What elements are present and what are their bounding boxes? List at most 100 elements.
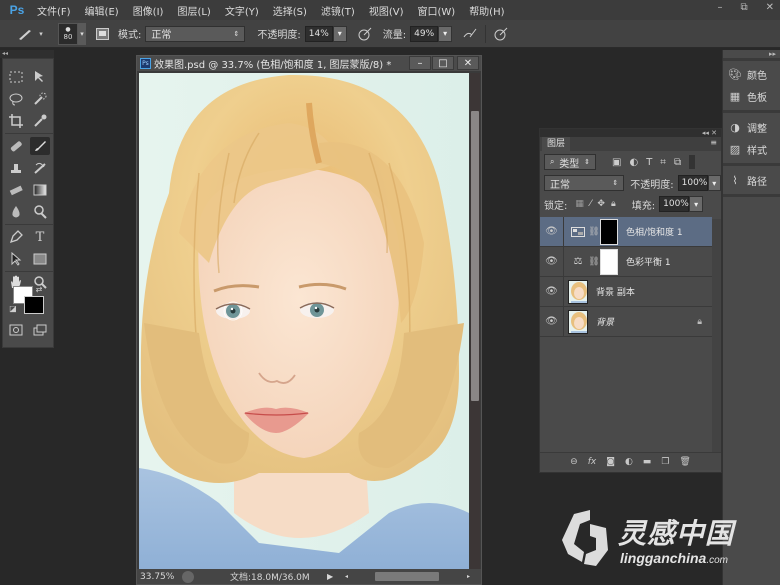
layer-row-color-balance[interactable]: 👁︎ ⚖︎ ⛓︎ 色彩平衡 1 [540,246,712,277]
new-adjustment-icon[interactable]: ◐ [625,457,633,467]
brush-panel-toggle-icon[interactable] [94,27,110,40]
mask-link-icon[interactable]: ⛓︎ [588,227,600,237]
opacity-slider-button[interactable]: ▾ [332,25,347,42]
filter-kind-select[interactable]: ⌕ 类型 ⇕ [544,154,596,170]
new-layer-icon[interactable]: ❐ [661,457,669,467]
pressure-opacity-icon[interactable] [355,27,375,41]
layers-scrollbar[interactable] [712,219,721,452]
menu-view[interactable]: 视图(V) [362,3,411,18]
visibility-eye-icon[interactable]: 👁︎ [540,216,564,247]
blend-mode-select[interactable]: 正常 ⇕ [544,175,625,191]
doc-minimize-button[interactable]: – [409,56,431,70]
menu-layer[interactable]: 图层(L) [170,3,217,18]
crop-icon[interactable] [6,112,26,130]
flow-slider-button[interactable]: ▾ [438,25,453,42]
horizontal-scroll-thumb[interactable] [375,572,439,581]
status-menu-arrow-icon[interactable]: ▶ [327,572,333,581]
fx-icon[interactable]: fx [588,457,597,467]
scroll-left-icon[interactable]: ◂ [345,573,348,580]
visibility-eye-icon[interactable]: 👁︎ [540,246,564,277]
menu-window[interactable]: 窗口(W) [410,3,462,18]
image-canvas[interactable] [139,73,469,569]
brush-tool-preset-icon[interactable] [14,27,36,41]
status-info-icon[interactable] [182,570,194,583]
lasso-icon[interactable] [6,90,26,108]
dock-item-color[interactable]: 🎨︎ 颜色 [727,64,779,84]
preset-dropdown-icon[interactable]: ▾ [36,30,46,38]
background-color-swatch[interactable] [24,296,44,314]
visibility-eye-icon[interactable]: 👁︎ [540,276,564,307]
rectangle-icon[interactable] [30,250,50,268]
quick-select-icon[interactable] [30,90,50,108]
swap-colors-icon[interactable]: ⇄ [33,284,45,294]
opacity-input[interactable]: 14% [304,25,333,42]
minimize-button[interactable]: – [717,2,722,13]
layer-row-background[interactable]: 👁︎ 背景 🔒︎ [540,306,712,337]
close-button[interactable]: ✕ [766,2,774,13]
filter-shape-icon[interactable]: ⌗ [660,157,666,168]
layer-opacity-slider-button[interactable]: ▾ [707,175,721,191]
airbrush-icon[interactable] [460,27,480,41]
lock-position-icon[interactable]: ✥ [597,199,605,209]
blur-icon[interactable] [6,203,26,221]
menu-filter[interactable]: 滤镜(T) [314,3,362,18]
flow-input[interactable]: 49% [410,25,439,42]
zoom-level[interactable]: 33.75% [140,572,176,582]
quick-mask-icon[interactable] [6,321,26,339]
eyedropper-icon[interactable] [30,112,50,130]
default-colors-icon[interactable]: ◪ [7,303,19,313]
menu-edit[interactable]: 编辑(E) [78,3,126,18]
link-icon[interactable]: ⊖ [570,457,578,467]
type-icon[interactable]: T [30,228,50,246]
menu-help[interactable]: 帮助(H) [462,3,511,18]
screen-mode-icon[interactable] [30,321,50,339]
panel-menu-icon[interactable]: ≡ [710,138,717,147]
layer-thumbnail[interactable] [568,309,588,334]
document-tab[interactable]: Ps 效果图.psd @ 33.7% (色相/饱和度 1, 图层蒙版/8) * … [137,56,481,71]
fill-input[interactable]: 100% [659,196,690,212]
filter-toggle[interactable] [689,155,696,169]
layer-opacity-input[interactable]: 100% [677,175,708,191]
brush-preview[interactable]: ● 80 [58,22,78,45]
dock-item-swatches[interactable]: ▦ 色板 [727,86,779,106]
vertical-scroll-thumb[interactable] [471,111,479,401]
filter-smart-object-icon[interactable]: ⧉ [674,157,681,168]
dock-item-adjustments[interactable]: ◑ 调整 [727,117,779,137]
pen-icon[interactable] [6,228,26,246]
delete-icon[interactable]: 🗑︎ [679,457,690,467]
vertical-scrollbar[interactable] [470,73,480,569]
tab-layers[interactable]: 图层 [542,137,571,151]
brush-size-picker[interactable]: ● 80 ▾ [58,22,86,45]
brush-icon[interactable] [30,137,50,155]
layer-thumbnail[interactable] [568,279,588,304]
marquee-icon[interactable] [6,68,26,86]
clone-stamp-icon[interactable] [6,159,26,177]
tools-panel-grip[interactable]: ◂◂ [0,50,54,58]
menu-file[interactable]: 文件(F) [30,3,78,18]
dodge-icon[interactable] [30,203,50,221]
restore-button[interactable]: ⧉ [740,2,747,13]
history-brush-icon[interactable] [30,159,50,177]
menu-select[interactable]: 选择(S) [266,3,314,18]
menu-type[interactable]: 文字(Y) [218,3,266,18]
lock-all-icon[interactable]: 🔒︎ [611,199,616,209]
add-mask-icon[interactable]: ◙ [606,457,615,467]
layer-name[interactable]: 色相/饱和度 1 [626,225,683,238]
visibility-eye-icon[interactable]: 👁︎ [540,306,564,337]
eraser-icon[interactable] [6,181,26,199]
layer-name[interactable]: 背景 副本 [596,285,635,298]
filter-pixel-icon[interactable]: ▣ [612,157,621,168]
mask-link-icon[interactable]: ⛓︎ [588,257,600,267]
filter-type-icon[interactable]: T [646,157,652,168]
new-group-icon[interactable]: ▬ [643,457,652,467]
dock-item-styles[interactable]: ▨ 样式 [727,139,779,159]
doc-close-button[interactable]: ✕ [457,56,479,70]
pressure-size-icon[interactable] [491,27,511,41]
gradient-icon[interactable] [30,181,50,199]
scroll-right-icon[interactable]: ▸ [467,573,470,580]
brush-picker-arrow-icon[interactable]: ▾ [78,22,86,45]
healing-brush-icon[interactable] [6,137,26,155]
fill-slider-button[interactable]: ▾ [689,196,704,212]
dock-item-paths[interactable]: ⌇ 路径 [727,170,779,190]
dock-collapse-icon[interactable]: ▸▸ [769,50,776,58]
